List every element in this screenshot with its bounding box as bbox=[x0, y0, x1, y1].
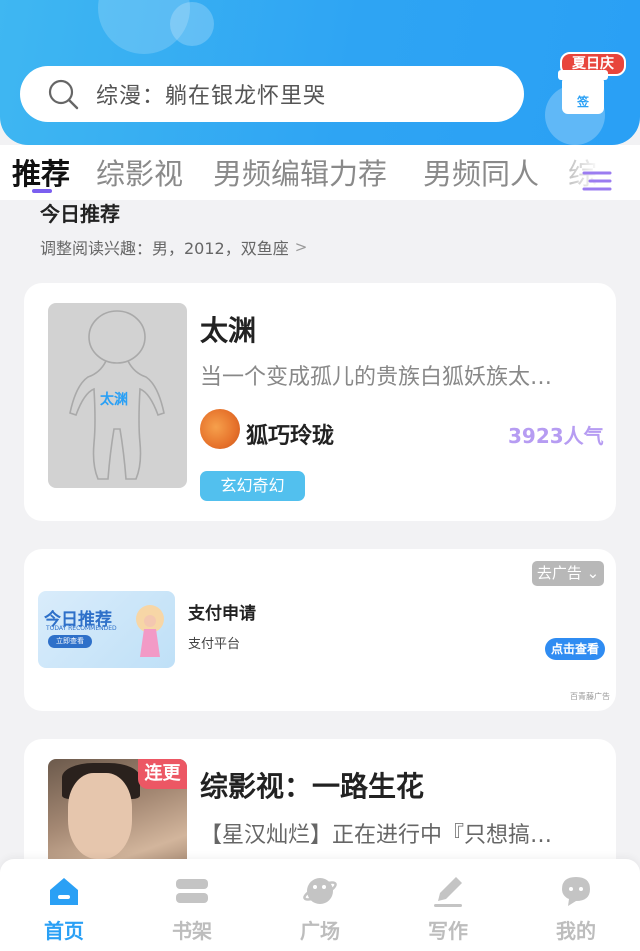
chat-face-icon bbox=[562, 877, 590, 906]
tab-film-tv[interactable]: 综影视 bbox=[96, 151, 183, 193]
search-placeholder: 综漫：躺在银龙怀里哭 bbox=[96, 84, 327, 109]
reading-interest-link[interactable]: 调整阅读兴趣：男，2012，双鱼座 > bbox=[40, 235, 307, 259]
genre-tag[interactable]: 玄幻奇幻 bbox=[200, 471, 305, 501]
search-bar[interactable]: 综漫：躺在银龙怀里哭 bbox=[20, 66, 524, 122]
ad-image-subtitle: TODAY RECOMMENDED bbox=[46, 625, 117, 632]
header: 综漫：躺在银龙怀里哭 夏日庆 签 bbox=[0, 0, 640, 145]
remove-ad-button[interactable]: 去广告 ⌄ bbox=[532, 561, 604, 586]
ad-title: 支付申请 bbox=[188, 604, 256, 624]
book-card[interactable]: 太渊 太渊 当一个变成孤儿的贵族白狐妖族太… 狐巧玲珑 3923人气 玄幻奇幻 bbox=[24, 283, 616, 521]
nav-home-label: 首页 bbox=[44, 919, 84, 943]
book-description: 当一个变成孤儿的贵族白狐妖族太… bbox=[200, 365, 553, 390]
bookshelf-icon bbox=[176, 879, 208, 903]
nav-write[interactable]: 写作 bbox=[408, 873, 488, 944]
nav-plaza[interactable]: 广场 bbox=[280, 873, 360, 944]
reading-interest-text: 调整阅读兴趣：男，2012，双鱼座 bbox=[40, 239, 289, 258]
chevron-right-icon: > bbox=[294, 238, 308, 256]
ad-subtitle: 支付平台 bbox=[188, 637, 241, 652]
girl-illustration-icon bbox=[136, 605, 164, 657]
author-name[interactable]: 狐巧玲珑 bbox=[246, 418, 334, 450]
book-title: 综影视：一路生花 bbox=[200, 770, 425, 803]
gift-icon: 签 bbox=[558, 70, 608, 114]
book-description: 【星汉灿烂】正在进行中『只想搞… bbox=[200, 823, 553, 848]
nav-plaza-label: 广场 bbox=[300, 919, 340, 943]
nav-profile-label: 我的 bbox=[556, 919, 596, 943]
author-avatar[interactable] bbox=[200, 409, 240, 449]
ad-image[interactable]: 今日推荐 TODAY RECOMMENDED 立即查看 bbox=[38, 591, 175, 668]
active-tab-indicator bbox=[32, 189, 52, 193]
nav-home[interactable]: 首页 bbox=[24, 873, 104, 944]
book-title: 太渊 bbox=[200, 314, 257, 347]
search-icon bbox=[48, 79, 79, 110]
tab-recommend[interactable]: 推荐 bbox=[12, 151, 70, 193]
book-cover: 太渊 bbox=[48, 303, 187, 488]
decor-bubble bbox=[170, 2, 214, 46]
home-icon bbox=[50, 878, 78, 905]
cover-title: 太渊 bbox=[100, 392, 128, 408]
ad-source: 百青藤广告 bbox=[570, 692, 610, 701]
checkin-label: 签 bbox=[576, 95, 589, 109]
cover-face bbox=[68, 773, 132, 859]
nav-bookshelf[interactable]: 书架 bbox=[152, 873, 232, 944]
update-badge: 连更 bbox=[138, 759, 187, 789]
tab-male-fanfic[interactable]: 男频同人 bbox=[423, 151, 539, 193]
tab-male-editor-picks[interactable]: 男频编辑力荐 bbox=[213, 151, 387, 193]
nav-write-label: 写作 bbox=[428, 919, 468, 943]
section-title: 今日推荐 bbox=[40, 202, 120, 226]
popularity-count: 3923人气 bbox=[508, 424, 604, 448]
checkin-button[interactable]: 夏日庆 签 bbox=[552, 52, 632, 120]
remove-ad-label: 去广告 bbox=[536, 564, 582, 582]
category-menu-icon[interactable] bbox=[580, 165, 614, 197]
pen-icon bbox=[434, 877, 462, 907]
ad-image-button: 立即查看 bbox=[48, 635, 92, 648]
planet-icon bbox=[303, 878, 337, 904]
nav-bookshelf-label: 书架 bbox=[172, 919, 212, 943]
ad-view-button[interactable]: 点击查看 bbox=[545, 638, 605, 660]
bottom-nav: 首页 书架 广场 写作 我的 bbox=[0, 859, 640, 951]
ad-card[interactable]: 去广告 ⌄ 今日推荐 TODAY RECOMMENDED 立即查看 支付申请 支… bbox=[24, 549, 616, 711]
nav-profile[interactable]: 我的 bbox=[536, 873, 616, 944]
